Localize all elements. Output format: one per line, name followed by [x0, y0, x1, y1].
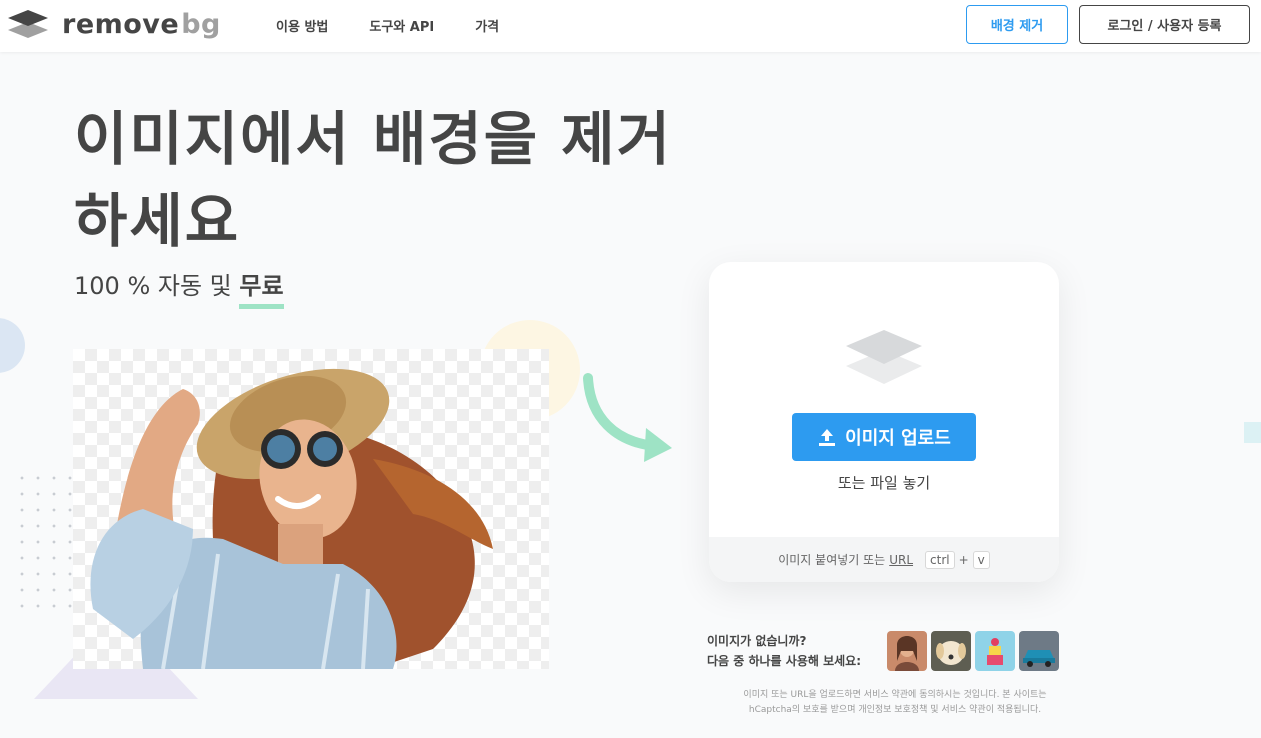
v-key: v: [972, 550, 990, 569]
no-image-line2: 다음 중 하나를 사용해 보세요:: [707, 654, 861, 668]
nav-tools-api[interactable]: 도구와 API: [369, 16, 434, 35]
decorative-dot-grid: [14, 470, 74, 620]
dog-thumbnail[interactable]: [931, 631, 971, 671]
woman-thumbnail-icon: [887, 631, 927, 671]
page-title: 이미지에서 배경을 제거하세요: [74, 105, 672, 255]
no-image-line1: 이미지가 없습니까?: [707, 634, 807, 648]
ctrl-key: ctrl: [925, 550, 955, 569]
logo-wordmark: removebg: [62, 9, 221, 40]
top-navbar: removebg 이용 방법 도구와 API 가격 배경 제거 로그인 / 사용…: [0, 0, 1261, 52]
nav-how-to-use[interactable]: 이용 방법: [276, 16, 328, 35]
sample-thumbnails: [887, 631, 1059, 671]
plus-sign: +: [958, 552, 969, 567]
woman-sunhat-cutout-image: [90, 368, 493, 669]
car-thumbnail[interactable]: [1019, 631, 1059, 671]
dog-thumbnail-icon: [931, 631, 971, 671]
paste-hint-text: 이미지 붙여넣기 또는: [778, 553, 886, 567]
url-link[interactable]: URL: [889, 553, 913, 567]
upload-button-label: 이미지 업로드: [845, 428, 951, 449]
terms-line1: 이미지 또는 URL을 업로드하면 서비스 약관에 동의하시는 것입니다. 본 …: [743, 690, 1047, 700]
upload-image-button[interactable]: 이미지 업로드: [792, 413, 976, 461]
car-thumbnail-icon: [1019, 631, 1059, 671]
cake-thumbnail-icon: [975, 631, 1015, 671]
upload-icon: [819, 429, 836, 446]
layers-icon: [846, 330, 922, 384]
paste-hint-bar: 이미지 붙여넣기 또는 URL ctrl + v: [709, 537, 1059, 582]
main-nav: 이용 방법 도구와 API 가격: [276, 16, 499, 35]
woman-thumbnail[interactable]: [887, 631, 927, 671]
decorative-blue-circle: [0, 318, 25, 373]
hero-subtitle: 100 % 자동 및 무료: [74, 266, 284, 309]
logo-word-remove: remove: [62, 8, 180, 40]
subtitle-text: 100 % 자동 및: [74, 272, 240, 300]
drop-file-text: 또는 파일 놓기: [837, 474, 931, 492]
terms-line2: hCaptcha의 보호를 받으며 개인정보 보호정책 및 서비스 약관이 적용…: [748, 705, 1042, 715]
no-image-prompt: 이미지가 없습니까? 다음 중 하나를 사용해 보세요:: [707, 631, 861, 671]
curved-arrow-icon: [583, 373, 672, 462]
decorative-square: [1244, 422, 1261, 443]
login-signup-button[interactable]: 로그인 / 사용자 등록: [1079, 5, 1250, 44]
removebg-logo[interactable]: removebg: [6, 8, 221, 40]
logo-word-bg: bg: [181, 8, 221, 40]
remove-background-button[interactable]: 배경 제거: [966, 5, 1068, 44]
cake-thumbnail[interactable]: [975, 631, 1015, 671]
nav-pricing[interactable]: 가격: [475, 16, 499, 35]
terms-notice: 이미지 또는 URL을 업로드하면 서비스 약관에 동의하시는 것입니다. 본 …: [710, 688, 1080, 718]
layers-logo-icon: [8, 10, 48, 38]
upload-card[interactable]: 이미지 업로드 또는 파일 놓기 이미지 붙여넣기 또는 URL ctrl + …: [709, 262, 1059, 582]
demo-cutout-image: [73, 349, 549, 669]
subtitle-free-highlight: 무료: [239, 266, 284, 309]
